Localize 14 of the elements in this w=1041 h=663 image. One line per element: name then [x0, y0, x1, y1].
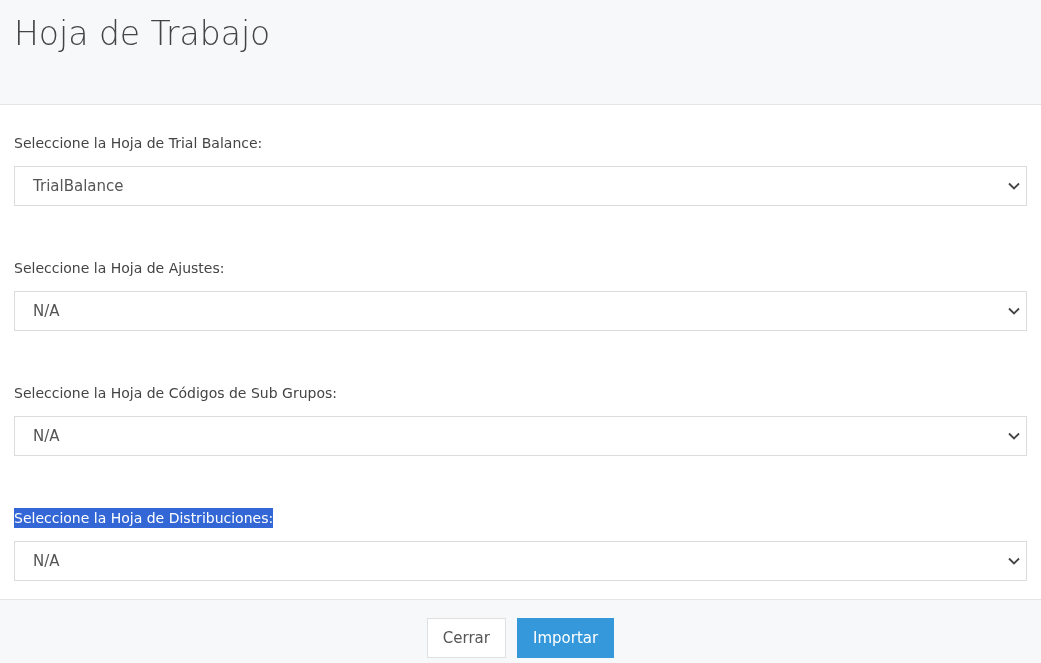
field-label: Seleccione la Hoja de Códigos de Sub Grupos:	[14, 384, 337, 403]
chevron-down-icon	[1008, 432, 1020, 440]
chevron-down-icon	[1008, 557, 1020, 565]
field-label: Seleccione la Hoja de Trial Balance:	[14, 134, 263, 153]
chevron-down-icon	[1008, 307, 1020, 315]
field-label: Seleccione la Hoja de Ajustes:	[14, 259, 225, 278]
dropdown-select[interactable]: N/A	[14, 416, 1027, 456]
dropdown-select[interactable]: N/A	[14, 541, 1027, 581]
close-button[interactable]: Cerrar	[426, 618, 506, 658]
dropdown-select[interactable]: TrialBalance	[14, 166, 1027, 206]
dialog-title: Hoja de Trabajo	[14, 13, 272, 55]
chevron-down-icon	[1008, 182, 1020, 190]
dropdown-select[interactable]: N/A	[14, 291, 1027, 331]
field-label: Seleccione la Hoja de Distribuciones:	[14, 508, 274, 528]
